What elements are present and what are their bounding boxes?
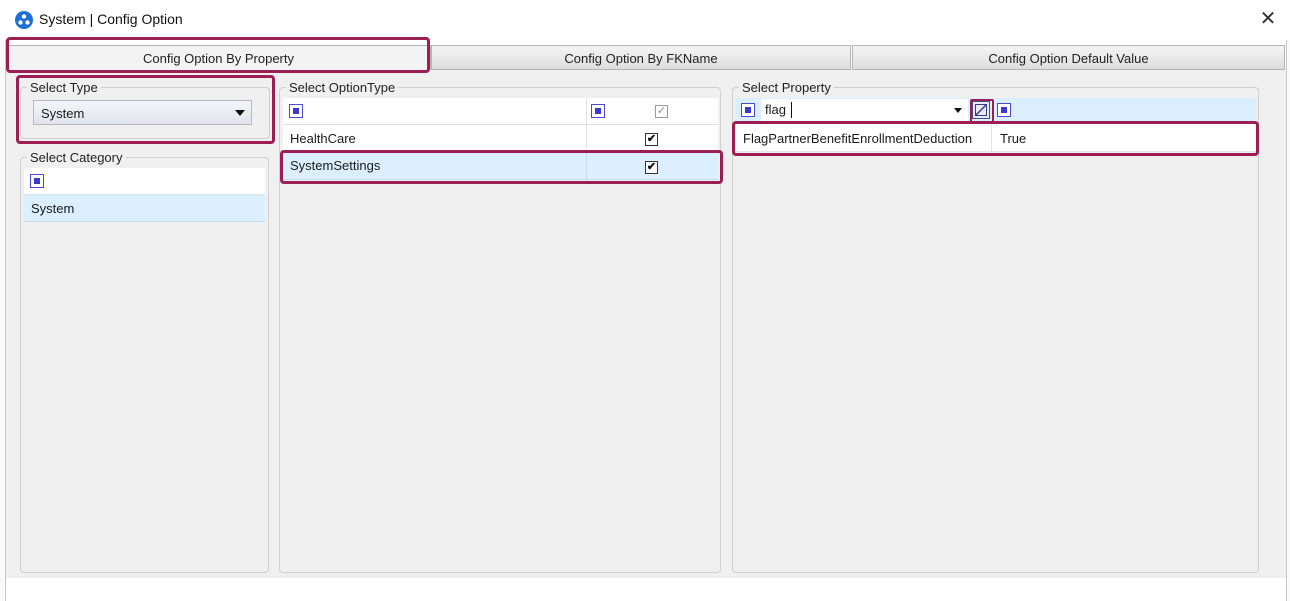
option-type-name: HealthCare [290, 131, 356, 146]
footer-area [6, 578, 1286, 601]
select-type-dropdown[interactable]: System [33, 100, 252, 125]
select-all-icon[interactable] [741, 103, 755, 117]
select-all-checked-icon[interactable] [591, 104, 605, 118]
tab-config-option-by-property[interactable]: Config Option By Property [6, 45, 431, 70]
table-row[interactable]: FlagPartnerBenefitEnrollmentDeduction Tr… [736, 124, 1256, 152]
text-cursor [791, 102, 792, 118]
chevron-down-icon[interactable] [954, 108, 962, 113]
clear-filter-glyph [975, 104, 987, 116]
column-divider [586, 125, 587, 152]
property-filter-input[interactable]: flag [761, 99, 968, 121]
select-property-label: Select Property [739, 80, 834, 95]
option-type-checkbox[interactable]: ✔ [645, 161, 658, 174]
table-row[interactable]: SystemSettings ✔ [283, 152, 718, 180]
select-all-values-icon[interactable] [997, 103, 1011, 117]
table-row[interactable]: HealthCare ✔ [283, 125, 718, 152]
select-property-group [732, 87, 1259, 573]
tab-config-option-by-fkname[interactable]: Config Option By FKName [431, 45, 851, 70]
select-option-type-label: Select OptionType [286, 80, 399, 95]
option-type-name: SystemSettings [290, 158, 381, 173]
window-title: System | Config Option [39, 11, 183, 27]
close-icon[interactable]: ✕ [1258, 9, 1278, 31]
clear-filter-icon[interactable] [972, 101, 990, 119]
property-filter-row: flag [736, 98, 1256, 122]
category-item-label: System [31, 201, 75, 216]
property-name: FlagPartnerBenefitEnrollmentDeduction [743, 131, 973, 146]
select-type-value: System [41, 106, 85, 121]
title-bar: System | Config Option ✕ [0, 0, 1290, 40]
option-type-header-row: ✓ [283, 98, 718, 125]
select-all-icon[interactable] [30, 174, 44, 188]
select-type-label: Select Type [27, 80, 101, 95]
property-value: True [1000, 131, 1027, 146]
column-divider [991, 124, 992, 152]
app-logo-icon [15, 11, 33, 29]
select-all-icon[interactable] [289, 104, 303, 118]
option-type-checkbox[interactable]: ✔ [645, 133, 658, 146]
property-filter-value: flag [765, 102, 786, 117]
right-border [1286, 40, 1290, 601]
tab-config-option-default-value[interactable]: Config Option Default Value [852, 45, 1285, 70]
column-divider [586, 152, 587, 180]
list-item[interactable]: System [24, 195, 265, 222]
column-divider [586, 98, 587, 125]
category-filter-row [24, 168, 265, 195]
header-checkbox[interactable]: ✓ [655, 105, 668, 118]
chevron-down-icon[interactable] [235, 110, 245, 116]
select-category-label: Select Category [27, 150, 126, 165]
